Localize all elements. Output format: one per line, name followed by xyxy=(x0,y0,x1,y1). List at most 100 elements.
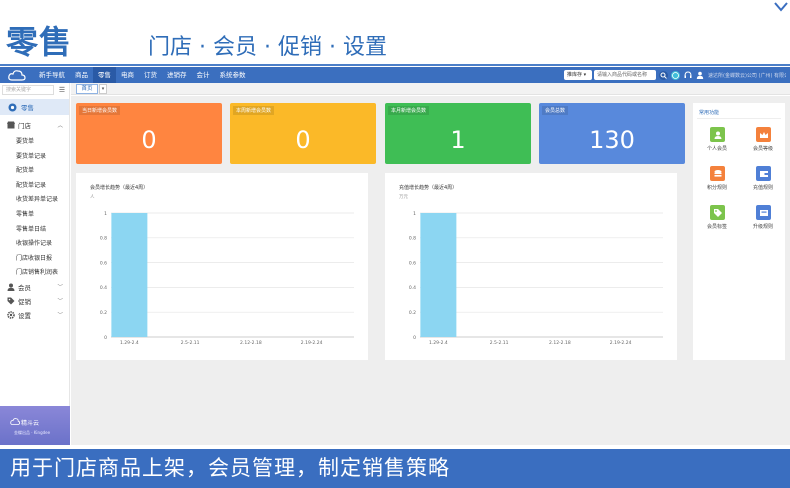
y-tick-label: 0.6 xyxy=(409,260,416,266)
sidebar-item-label: 零售 xyxy=(21,104,34,112)
sidebar: 搜索关键字 ☰ 零售 门店 ︿ 要货单要货单记录配货单配货单记录收货差异单记录零… xyxy=(0,83,70,445)
stat-card-value: 0 xyxy=(141,126,157,154)
stat-card-label: 会员总数 xyxy=(542,106,569,115)
sidebar-search-input[interactable]: 搜索关键字 xyxy=(2,85,54,95)
banner-subtitle: 门店 · 会员 · 促销 · 设置 xyxy=(148,35,387,60)
headset-icon[interactable] xyxy=(683,71,692,80)
banner-title: 零售 xyxy=(6,23,73,61)
sidebar-subitem[interactable]: 配货单记录 xyxy=(16,180,46,189)
crown-icon xyxy=(756,127,771,142)
nav-item[interactable]: 进销存 xyxy=(162,67,192,83)
quick-item[interactable]: 会员等级 xyxy=(741,127,785,157)
stat-card[interactable]: 本周新增会员数 0 xyxy=(230,103,376,164)
stat-card[interactable]: 当日新增会员数 0 xyxy=(76,103,222,164)
nav-item[interactable]: 会计 xyxy=(192,67,215,83)
stat-card-label: 当日新增会员数 xyxy=(79,106,121,115)
x-tick-label: 1.29-2.4 xyxy=(120,340,139,346)
sidebar-group-settings[interactable]: 设置 ﹀ xyxy=(0,308,69,322)
wallet-icon xyxy=(756,166,771,181)
sidebar-group-label: 促销 xyxy=(18,298,31,306)
y-tick-label: 0 xyxy=(104,335,107,341)
stat-card-value: 0 xyxy=(295,126,311,154)
sidebar-group-store[interactable]: 门店 ︿ xyxy=(0,118,69,132)
sidebar-group-promo[interactable]: 促销 ﹀ xyxy=(0,294,69,308)
tab-home[interactable]: 首页 xyxy=(76,84,98,94)
nav-item[interactable]: 新手导航 xyxy=(34,67,70,83)
quick-item-label: 升级规则 xyxy=(752,224,773,230)
sidebar-subitem[interactable]: 收货差异单记录 xyxy=(16,194,58,203)
cloud-brand-icon xyxy=(10,418,20,425)
caption-bar: 用于门店商品上架，会员管理，制定销售策略 xyxy=(0,449,790,488)
sidebar-subitem[interactable]: 零售单日结 xyxy=(16,224,46,233)
sidebar-group-member[interactable]: 会员 ﹀ xyxy=(0,280,69,294)
retail-icon xyxy=(8,103,17,112)
sidebar-subitem[interactable]: 零售单 xyxy=(16,209,34,218)
quick-item-label: 会员等级 xyxy=(752,146,773,152)
nav-item[interactable]: 系统参数 xyxy=(215,67,251,83)
sidebar-subitem[interactable]: 收银操作记录 xyxy=(16,238,52,247)
upgrade-icon xyxy=(756,205,771,220)
y-tick-label: 0.6 xyxy=(100,260,107,266)
sidebar-subitem[interactable]: 配货单 xyxy=(16,165,34,174)
user-icon[interactable] xyxy=(695,71,704,80)
x-tick-label: 2.12-2.18 xyxy=(240,340,262,346)
stat-card[interactable]: 会员总数 130 xyxy=(539,103,685,164)
sidebar-subitem[interactable]: 要货单记录 xyxy=(16,151,46,160)
bar[interactable] xyxy=(420,213,457,337)
nav-item[interactable]: 商品 xyxy=(70,67,93,83)
brand-subtitle: 金蝶出品 · Kingdee xyxy=(14,430,51,435)
quick-header: 常用功能 xyxy=(697,107,781,119)
tab-dropdown-icon[interactable]: ▾ xyxy=(99,84,107,94)
menu-toggle-icon[interactable]: ☰ xyxy=(56,85,68,95)
recharge-growth-chart: 充值增长趋势（最近4周） 万元 0 0.2 0.4 0.6 0.8 1 1.29-2.4 2.… xyxy=(385,173,677,360)
search-icon[interactable] xyxy=(659,70,668,80)
chevron-down-icon: ﹀ xyxy=(57,313,63,319)
quick-item-label: 个人会员 xyxy=(706,146,727,152)
sidebar-subitem[interactable]: 门店收银日报 xyxy=(16,253,52,262)
product-search-input[interactable]: 请输入商品代码或名称 xyxy=(594,70,656,80)
nav-item[interactable]: 零售 xyxy=(93,67,116,83)
chart-plot: 0 0.2 0.4 0.6 0.8 1 1.29-2.4 2.5-2.11 2.12-2.18 2… xyxy=(100,211,354,346)
banner: 零售 门店 · 会员 · 促销 · 设置 xyxy=(0,0,790,67)
company-name[interactable]: 速达所(金蝶数云)公司 (广州) 有限公司 xyxy=(708,72,786,79)
bar[interactable] xyxy=(111,213,148,337)
cloud-logo-icon[interactable] xyxy=(8,67,30,83)
sidebar-item-retail-home[interactable]: 零售 xyxy=(0,99,69,115)
sidebar-subitem[interactable]: 要货单 xyxy=(16,136,34,145)
quick-item[interactable]: 充值规则 xyxy=(741,166,785,196)
stat-card-value: 130 xyxy=(589,126,635,154)
sidebar-group-label: 设置 xyxy=(18,312,31,320)
tab-strip: 首页 ▾ xyxy=(71,83,790,95)
database-icon xyxy=(710,166,725,181)
sidebar-subitem[interactable]: 门店销售利润表 xyxy=(16,267,58,276)
y-tick-label: 0.2 xyxy=(100,310,107,316)
quick-item-label: 会员标签 xyxy=(706,224,727,230)
quick-item[interactable]: 积分规则 xyxy=(695,166,739,196)
y-tick-label: 0.4 xyxy=(100,285,107,291)
caption-text: 用于门店商品上架，会员管理，制定销售策略 xyxy=(10,456,450,480)
gear-icon xyxy=(7,311,15,319)
quick-item[interactable]: 个人会员 xyxy=(695,127,739,157)
sidebar-group-label: 门店 xyxy=(18,122,31,130)
x-tick-label: 2.19-2.24 xyxy=(301,340,323,346)
person-icon xyxy=(710,127,725,142)
chevron-down-icon xyxy=(774,2,788,12)
quick-item[interactable]: 升级规则 xyxy=(741,205,785,235)
y-tick-label: 0.2 xyxy=(409,310,416,316)
chevron-down-icon: ﹀ xyxy=(57,299,63,305)
store-icon xyxy=(7,121,15,129)
quick-item[interactable]: 会员标签 xyxy=(695,205,739,235)
nav-item[interactable]: 电商 xyxy=(116,67,139,83)
member-icon xyxy=(7,283,15,291)
store-select[interactable]: 推库存 ▾ xyxy=(564,70,592,80)
quick-title: 常用功能 xyxy=(699,110,720,116)
x-tick-label: 2.5-2.11 xyxy=(181,340,200,346)
y-tick-label: 1 xyxy=(413,211,416,217)
banner-divider xyxy=(0,64,790,66)
stat-card[interactable]: 本月新增会员数 1 xyxy=(385,103,531,164)
top-nav: 新手导航 商品 零售 电商 订货 进销存 会计 系统参数 推库存 ▾ 请输入商品代码或名称 速… xyxy=(0,67,790,83)
x-tick-label: 2.5-2.11 xyxy=(490,340,509,346)
nav-item[interactable]: 订货 xyxy=(139,67,162,83)
brand-name: 精斗云 xyxy=(21,420,40,427)
help-icon[interactable] xyxy=(671,70,680,80)
